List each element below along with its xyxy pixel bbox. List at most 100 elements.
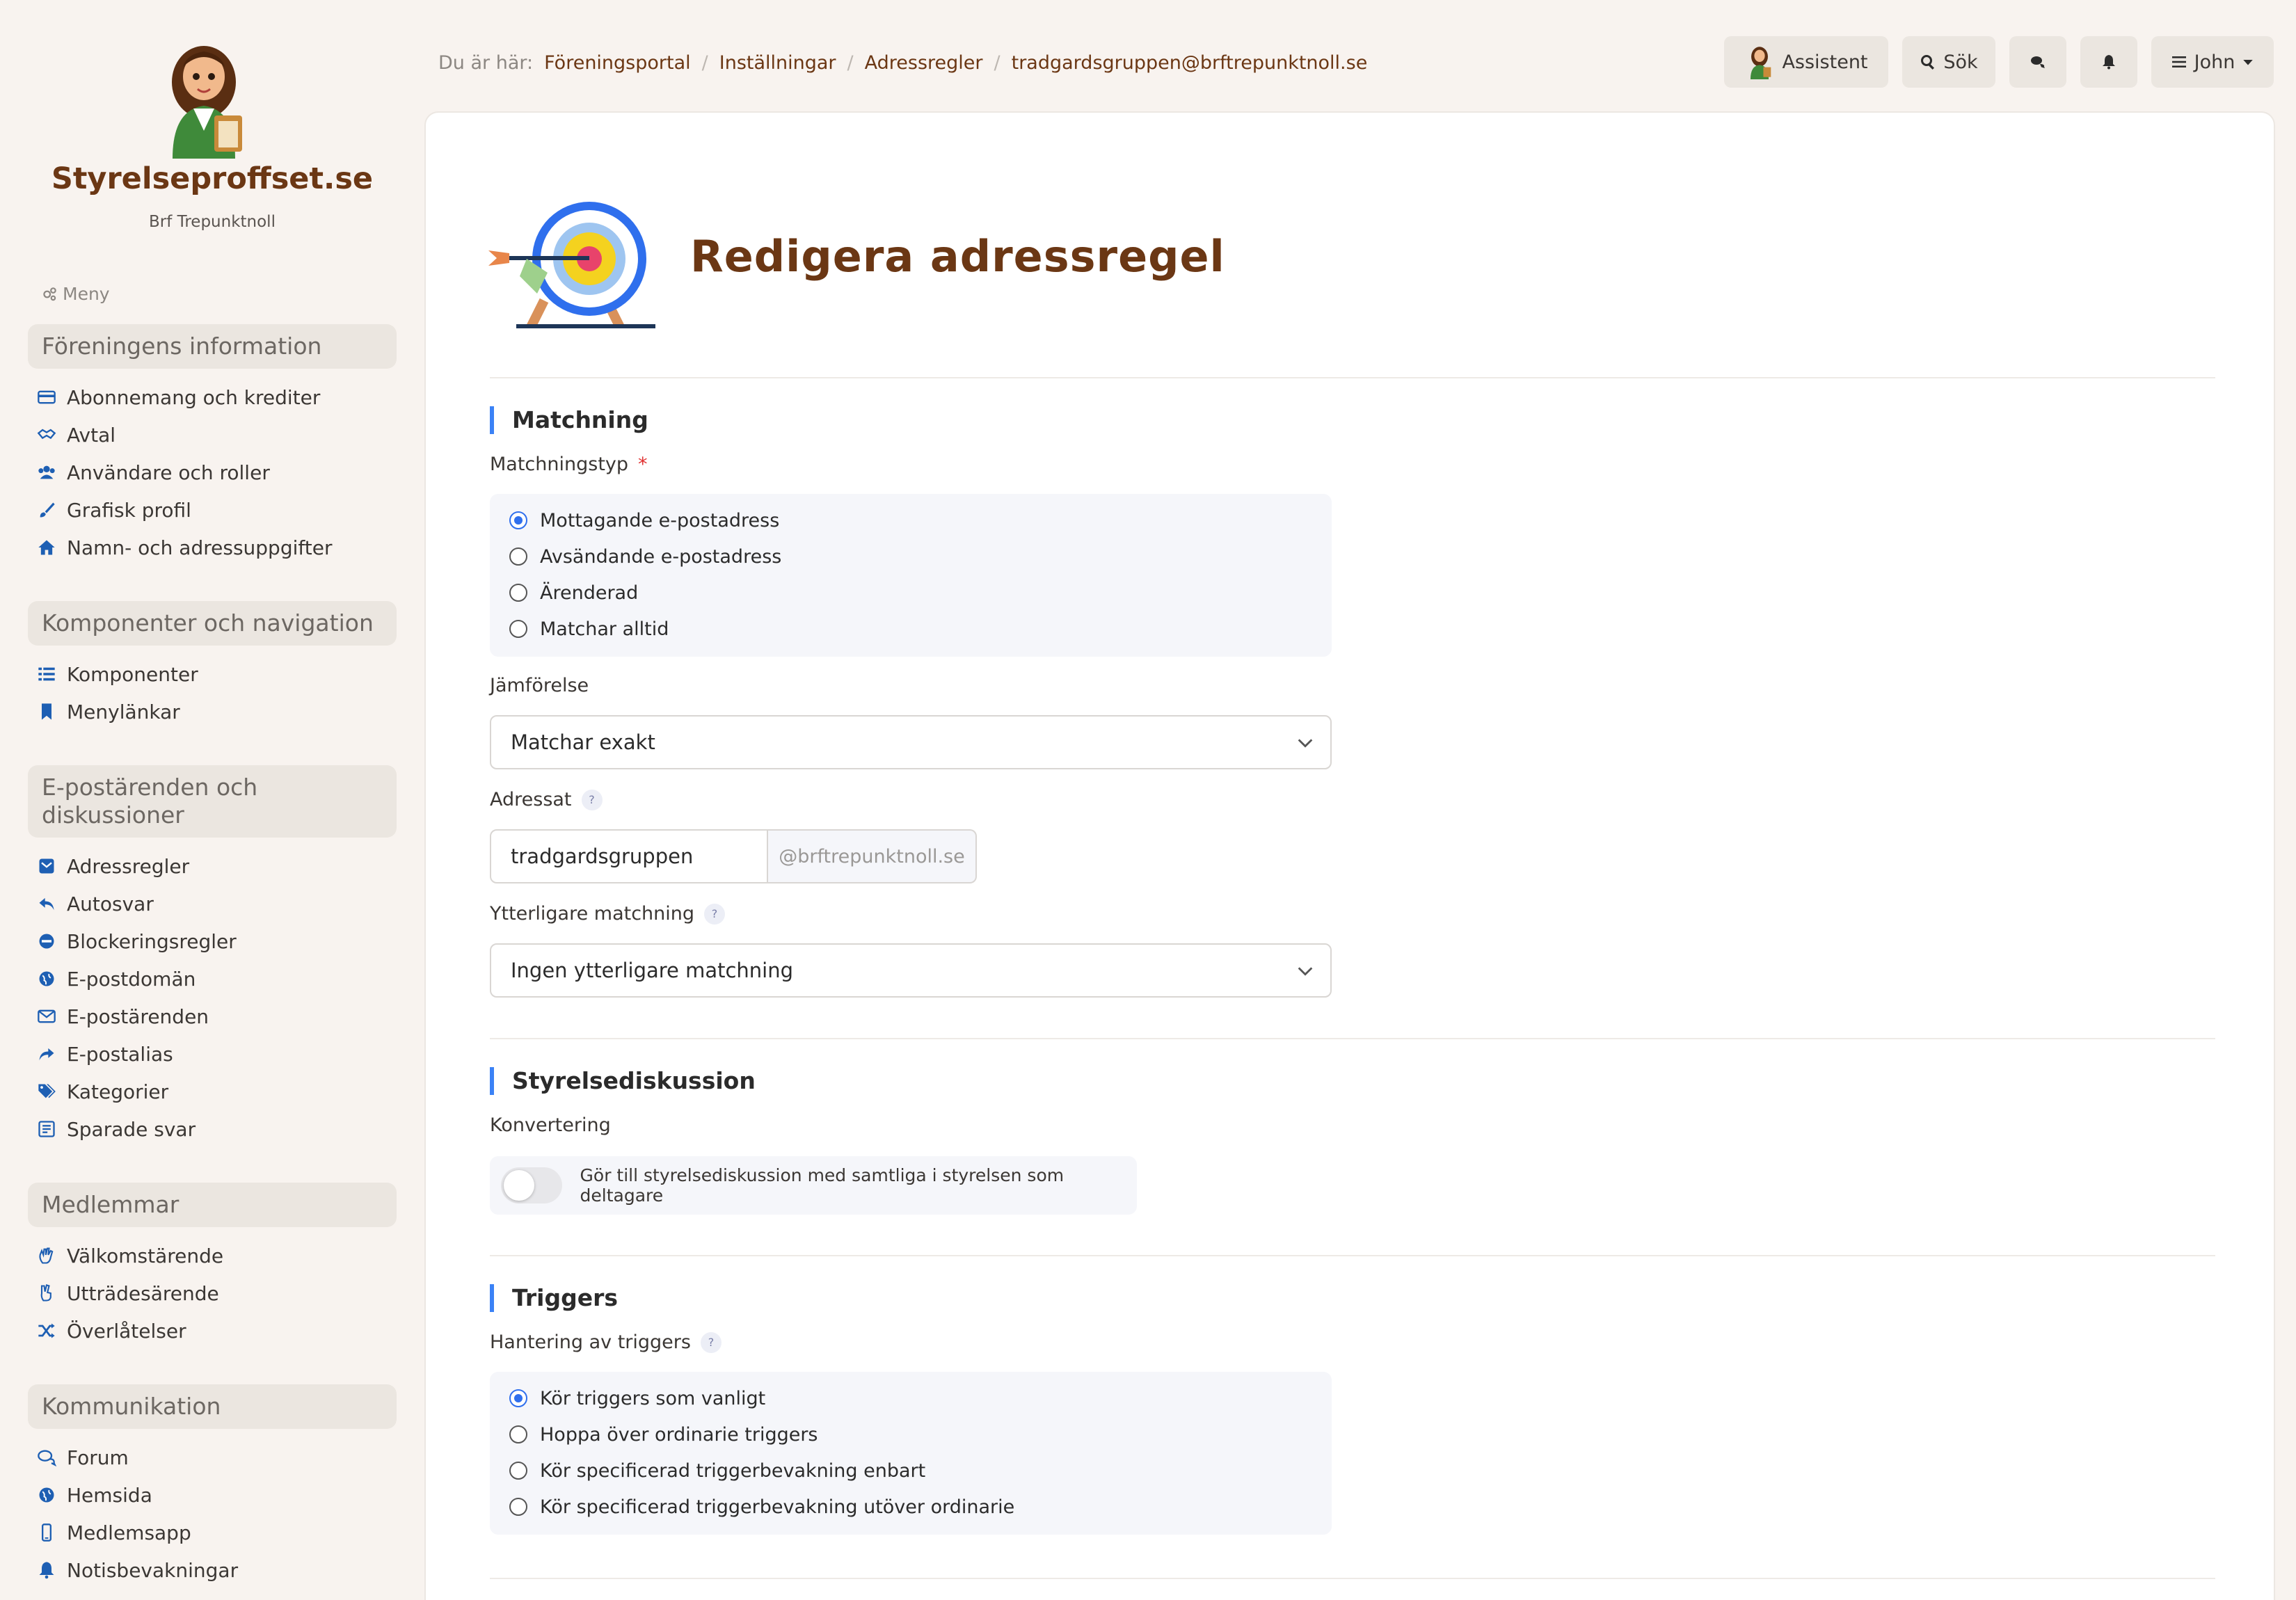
radio-option-kor-som-vanligt[interactable]: Kör triggers som vanligt (509, 1384, 765, 1412)
search-button[interactable]: Sök (1902, 36, 1995, 88)
home-icon (38, 540, 55, 555)
sidebar-item-autosvar[interactable]: Autosvar (36, 888, 154, 920)
breadcrumb-item-foreningsportal[interactable]: Föreningsportal (544, 52, 691, 74)
group-header-komponenter-och-navigation[interactable]: Komponenter och navigation (28, 601, 397, 646)
radio-option-label: Kör triggers som vanligt (540, 1387, 766, 1409)
divider (490, 1255, 2215, 1256)
sidebar-item-valkomstarende[interactable]: Välkomstärende (36, 1240, 223, 1272)
brand-name[interactable]: Styrelseproffset.se (0, 161, 417, 196)
radio-option-hoppa-over[interactable]: Hoppa över ordinarie triggers (509, 1421, 818, 1448)
sidebar-item-menylankar[interactable]: Menylänkar (36, 696, 180, 728)
group-header-kommunikation[interactable]: Kommunikation (28, 1384, 397, 1429)
sidebar-item-hemsida[interactable]: Hemsida (36, 1479, 152, 1511)
divider (490, 1578, 2215, 1579)
help-icon[interactable]: ? (704, 903, 726, 925)
sidebar-item-notisbevakningar[interactable]: Notisbevakningar (36, 1554, 238, 1586)
extra-matching-select[interactable]: Ingen ytterligare matchning (490, 943, 1332, 998)
conversion-toggle-row: Gör till styrelsediskussion med samtliga… (490, 1156, 1137, 1215)
assistant-button[interactable]: Assistent (1724, 36, 1888, 88)
radio-button[interactable] (509, 620, 527, 638)
address-input[interactable]: tradgardsgruppen (490, 829, 768, 883)
radio-option-label: Matchar alltid (540, 618, 669, 640)
comparison-select[interactable]: Matchar exakt (490, 715, 1332, 769)
radio-option-matchar-alltid[interactable]: Matchar alltid (509, 615, 669, 643)
conversion-toggle-switch[interactable] (501, 1167, 562, 1203)
sidebar-item-e-postalias[interactable]: E-postalias (36, 1038, 173, 1070)
radio-option-arenderad[interactable]: Ärenderad (509, 579, 638, 607)
sidebar-item-label: Abonnemang och krediter (67, 385, 321, 409)
breadcrumb-separator: / (994, 51, 1000, 74)
sidebar-item-anvandare[interactable]: Användare och roller (36, 456, 270, 488)
sidebar-item-abonnemang[interactable]: Abonnemang och krediter (36, 381, 320, 413)
users-icon (38, 465, 55, 479)
address-input-group: tradgardsgruppen @brftrepunktnoll.se (490, 829, 977, 883)
radio-option-label: Ärenderad (540, 582, 639, 604)
breadcrumb-item-installningar[interactable]: Inställningar (719, 52, 836, 74)
saved-replies-icon (38, 1121, 55, 1137)
sidebar-item-sparade-svar[interactable]: Sparade svar (36, 1113, 196, 1145)
sidebar-item-overlatelser[interactable]: Överlåtelser (36, 1315, 186, 1347)
radio-option-avsandande[interactable]: Avsändande e-postadress (509, 543, 781, 570)
radio-button[interactable] (509, 1425, 527, 1443)
sidebar-item-e-postdoman[interactable]: E-postdomän (36, 963, 196, 995)
sidebar-item-uttradesarende[interactable]: Utträdesärende (36, 1277, 219, 1309)
sidebar-item-blockeringsregler[interactable]: Blockeringsregler (36, 925, 237, 957)
user-menu-button[interactable]: John (2151, 36, 2274, 88)
sidebar-item-grafisk-profil[interactable]: Grafisk profil (36, 494, 191, 526)
sidebar-item-komponenter[interactable]: Komponenter (36, 658, 198, 690)
field-label-text: Matchningstyp (490, 454, 629, 475)
sidebar-item-kategorier[interactable]: Kategorier (36, 1075, 168, 1107)
help-icon[interactable]: ? (700, 1331, 722, 1353)
credit-card-icon (38, 390, 56, 404)
paintbrush-icon (40, 502, 55, 518)
radio-button[interactable] (509, 1389, 527, 1407)
sidebar-item-label: Adressregler (67, 854, 190, 878)
share-icon (39, 1048, 54, 1061)
caret-down-icon (2243, 60, 2254, 65)
notifications-button[interactable] (2080, 36, 2137, 88)
envelope-square-icon (39, 858, 54, 874)
field-label-text: Ytterligare matchning (490, 903, 695, 925)
radio-button[interactable] (509, 1462, 527, 1480)
radio-option-specificerad-enbart[interactable]: Kör specificerad triggerbevakning enbart (509, 1457, 925, 1485)
assistant-button-label: Assistent (1782, 51, 1868, 73)
group-header-e-postarenden[interactable]: E-postärenden och diskussioner (28, 765, 397, 838)
bookmark-icon (42, 703, 51, 720)
sidebar-item-adressregler[interactable]: Adressregler (36, 850, 189, 882)
menu-caption-label: Meny (63, 284, 110, 304)
radio-button[interactable] (509, 547, 527, 566)
group-header-foreningens-information[interactable]: Föreningens information (28, 324, 397, 369)
sidebar-item-label: Komponenter (67, 662, 198, 686)
radio-option-specificerad-utover[interactable]: Kör specificerad triggerbevakning utöver… (509, 1493, 1014, 1521)
sidebar-item-label: Avtal (67, 423, 115, 447)
globe-icon (39, 971, 54, 986)
envelope-icon (38, 1009, 56, 1023)
radio-option-label: Kör specificerad triggerbevakning enbart (540, 1459, 926, 1482)
radio-option-mottagande[interactable]: Mottagande e-postadress (509, 506, 779, 534)
sidebar-item-forum[interactable]: Forum (36, 1441, 129, 1473)
radio-button[interactable] (509, 1498, 527, 1516)
breadcrumb-item-adressregler[interactable]: Adressregler (865, 52, 983, 74)
handshake-icon (37, 429, 56, 440)
sidebar-item-namn-adress[interactable]: Namn- och adressuppgifter (36, 531, 332, 563)
field-label-hantering: Hantering av triggers ? (490, 1331, 722, 1353)
field-label-text: Konvertering (490, 1114, 611, 1136)
radio-group-triggers: Kör triggers som vanligt Hoppa över ordi… (490, 1372, 1332, 1535)
assistant-avatar-icon (1751, 47, 1771, 79)
peace-hand-icon (40, 1283, 51, 1302)
list-icon (38, 667, 55, 681)
sidebar-item-e-postarenden[interactable]: E-postärenden (36, 1000, 209, 1032)
radio-button[interactable] (509, 511, 527, 529)
help-icon[interactable]: ? (581, 789, 603, 810)
conversion-toggle-label: Gör till styrelsediskussion med samtliga… (580, 1165, 1065, 1206)
sidebar-item-medlemsapp[interactable]: Medlemsapp (36, 1517, 191, 1549)
sidebar-item-avtal[interactable]: Avtal (36, 419, 115, 451)
sidebar-item-label: Autosvar (67, 892, 154, 915)
sidebar-item-label: Grafisk profil (67, 498, 191, 522)
radio-button[interactable] (509, 584, 527, 602)
chat-button[interactable] (2009, 36, 2066, 88)
sidebar-item-label: E-postärenden (67, 1005, 209, 1028)
group-header-medlemmar[interactable]: Medlemmar (28, 1183, 397, 1227)
comparison-select-value: Matchar exakt (511, 730, 655, 754)
sidebar-item-label: Notisbevakningar (67, 1558, 239, 1582)
